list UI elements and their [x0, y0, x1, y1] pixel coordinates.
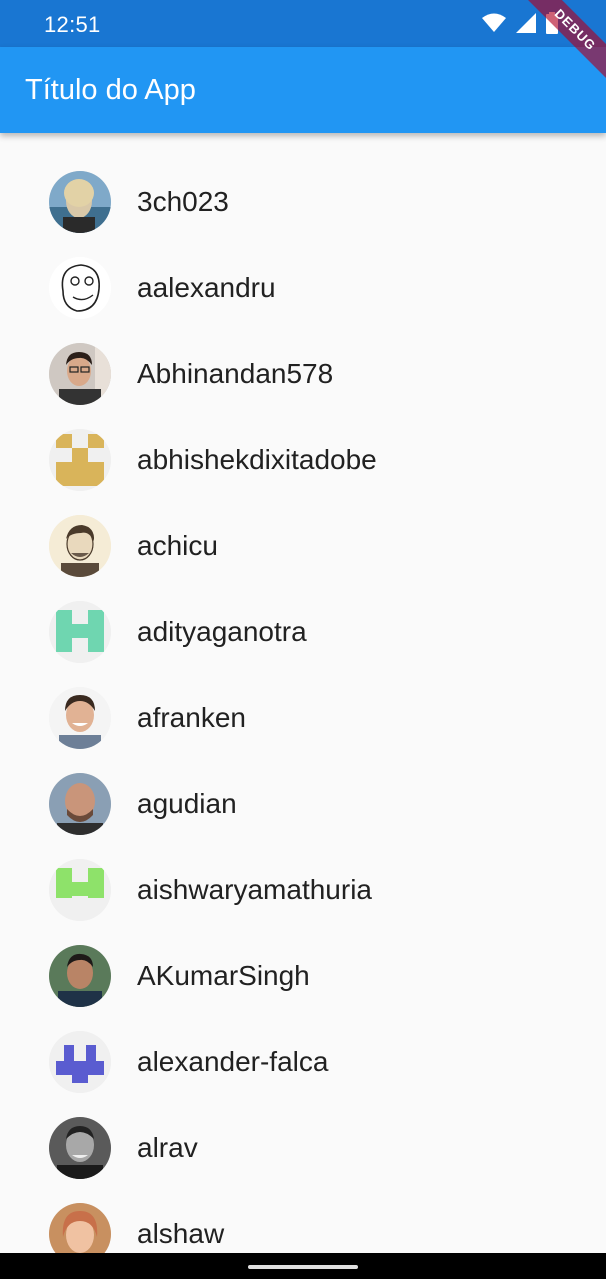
list-item[interactable]: aalexandru: [0, 245, 606, 331]
list-item-label: AKumarSingh: [137, 960, 310, 991]
list-item-label: 3ch023: [137, 186, 229, 217]
list-item-label: achicu: [137, 530, 218, 561]
list-item-label: agudian: [137, 788, 237, 819]
list-item[interactable]: agudian: [0, 761, 606, 847]
app-bar: Título do App: [0, 47, 606, 133]
status-bar: 12:51: [0, 0, 606, 47]
list-item-label: Abhinandan578: [137, 358, 334, 389]
avatar: [49, 1117, 111, 1179]
list-item-label: aishwaryamathuria: [137, 874, 372, 905]
list-item[interactable]: aishwaryamathuria: [0, 847, 606, 933]
avatar: [49, 773, 111, 835]
list-item[interactable]: achicu: [0, 503, 606, 589]
avatar: [49, 601, 111, 663]
list-item-label: alrav: [137, 1132, 198, 1163]
list-item[interactable]: Abhinandan578: [0, 331, 606, 417]
list-item[interactable]: AKumarSingh: [0, 933, 606, 1019]
avatar: [49, 429, 111, 491]
wifi-icon: [482, 13, 506, 32]
avatar: [49, 687, 111, 749]
list-item[interactable]: alrav: [0, 1105, 606, 1191]
list-item-label: abhishekdixitadobe: [137, 444, 377, 475]
avatar: [49, 1031, 111, 1093]
signal-icon: [516, 13, 536, 33]
list-item-label: afranken: [137, 702, 246, 733]
home-gesture-handle[interactable]: [248, 1265, 358, 1269]
list-item-label: aalexandru: [137, 272, 276, 303]
user-list[interactable]: 3ch023 aalexandru Abhinandan578 abhishek…: [0, 133, 606, 1253]
navigation-bar: [0, 1253, 606, 1279]
avatar: [49, 1203, 111, 1253]
avatar: [49, 257, 111, 319]
list-item[interactable]: afranken: [0, 675, 606, 761]
avatar: [49, 859, 111, 921]
status-time: 12:51: [44, 12, 101, 37]
list-item-label: alexander-falca: [137, 1046, 329, 1077]
list-item[interactable]: 3ch023: [0, 159, 606, 245]
list-item[interactable]: adityaganotra: [0, 589, 606, 675]
list-item[interactable]: abhishekdixitadobe: [0, 417, 606, 503]
avatar: [49, 945, 111, 1007]
list-item[interactable]: alexander-falca: [0, 1019, 606, 1105]
list-item[interactable]: alshaw: [0, 1191, 606, 1253]
app-title: Título do App: [25, 74, 196, 106]
list-item-label: alshaw: [137, 1218, 225, 1249]
avatar: [49, 515, 111, 577]
avatar: [49, 171, 111, 233]
list-item-label: adityaganotra: [137, 616, 307, 647]
avatar: [49, 343, 111, 405]
